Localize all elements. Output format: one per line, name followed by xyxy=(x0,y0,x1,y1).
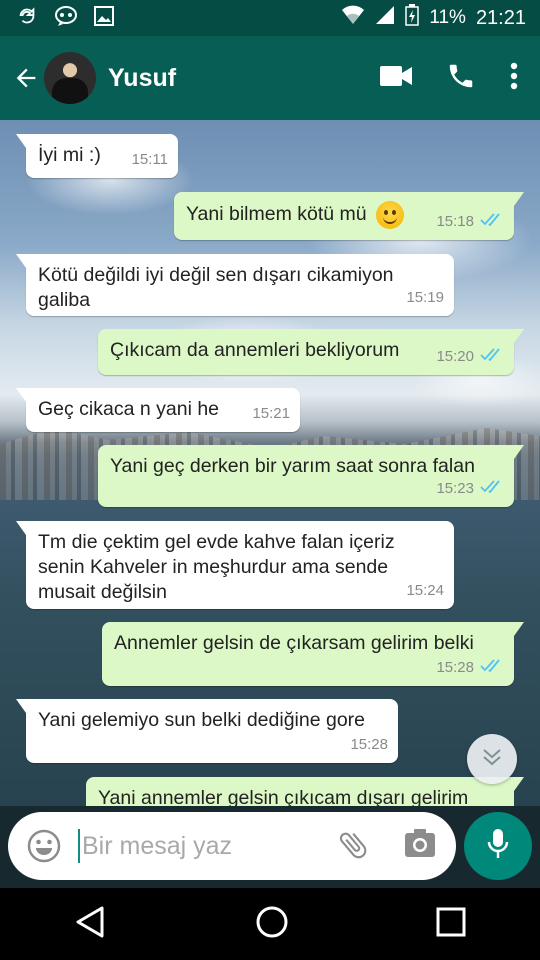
mic-button[interactable] xyxy=(464,812,532,880)
message-time: 15:23 xyxy=(436,480,474,497)
message-time: 15:24 xyxy=(406,582,444,599)
avatar[interactable] xyxy=(44,52,96,104)
message-text: Tm die çektim gel evde kahve falan içeri… xyxy=(38,531,395,603)
message-outgoing[interactable]: Çıkıcam da annemleri bekliyorum 15:20 xyxy=(98,329,524,375)
text-cursor xyxy=(78,829,80,863)
message-incoming[interactable]: Kötü değildi iyi değil sen dışarı cikami… xyxy=(16,254,454,316)
sync-icon xyxy=(16,5,38,32)
message-outgoing[interactable]: Annemler gelsin de çıkarsam gelirim belk… xyxy=(102,622,524,686)
message-text: Kötü değildi iyi değil sen dışarı cikami… xyxy=(38,264,394,311)
message-incoming[interactable]: İyi mi :) 15:11 xyxy=(16,134,178,178)
smiley-emoji-icon xyxy=(376,201,405,229)
message-text: Annemler gelsin de çıkarsam gelirim belk… xyxy=(114,632,474,654)
signal-icon xyxy=(375,5,395,31)
message-text: İyi mi :) xyxy=(38,144,101,166)
more-vert-icon[interactable] xyxy=(510,62,518,95)
message-text: Yani geç derken bir yarım saat sonra fal… xyxy=(110,455,475,477)
double-check-icon xyxy=(480,344,504,369)
message-time: 15:28 xyxy=(350,736,388,753)
message-time: 15:11 xyxy=(131,151,168,168)
gallery-icon xyxy=(94,5,114,31)
battery-percent: 11% xyxy=(429,7,466,28)
message-outgoing[interactable]: Yani annemler gelsin çıkıcam dışarı geli… xyxy=(86,777,524,806)
scroll-down-button[interactable] xyxy=(467,734,517,784)
nav-back-icon[interactable] xyxy=(74,905,108,944)
message-incoming[interactable]: Geç cikaca n yani he 15:21 xyxy=(16,388,300,432)
chat-header: Yusuf xyxy=(0,36,540,120)
mic-icon xyxy=(486,828,510,865)
emoji-icon[interactable] xyxy=(26,828,62,864)
paperclip-icon[interactable] xyxy=(336,828,370,867)
messenger-icon xyxy=(54,5,78,32)
message-incoming[interactable]: Yani gelemiyo sun belki dediğine gore 15… xyxy=(16,699,398,763)
message-time: 15:18 xyxy=(436,213,474,230)
double-check-icon xyxy=(480,655,504,680)
message-input-field[interactable]: Bir mesaj yaz xyxy=(8,812,456,880)
message-text: Yani gelemiyo sun belki dediğine gore xyxy=(38,709,366,731)
contact-name[interactable]: Yusuf xyxy=(108,64,176,93)
chevron-double-down-icon xyxy=(482,748,502,771)
camera-icon[interactable] xyxy=(404,828,436,863)
double-check-icon xyxy=(480,476,504,501)
message-text: Geç cikaca n yani he xyxy=(38,398,220,420)
phone-icon[interactable] xyxy=(446,61,476,96)
message-text: Yani bilmem kötü mü xyxy=(186,203,367,226)
system-nav-bar xyxy=(0,888,540,960)
message-incoming[interactable]: Tm die çektim gel evde kahve falan içeri… xyxy=(16,521,454,609)
double-check-icon xyxy=(480,209,504,234)
compose-bar: Bir mesaj yaz xyxy=(0,806,540,888)
message-text: Yani annemler gelsin çıkıcam dışarı geli… xyxy=(98,787,469,806)
nav-recents-icon[interactable] xyxy=(436,907,466,942)
back-arrow-icon[interactable] xyxy=(6,58,46,98)
message-time: 15:19 xyxy=(406,289,444,306)
video-call-icon[interactable] xyxy=(380,65,412,92)
battery-icon xyxy=(405,4,420,32)
chat-area[interactable]: İyi mi :) 15:11 Yani bilmem kötü mü 15:1… xyxy=(0,120,540,806)
message-input-placeholder[interactable]: Bir mesaj yaz xyxy=(82,832,232,861)
status-time: 21:21 xyxy=(475,6,526,29)
status-bar: 11% 21:21 xyxy=(0,0,540,36)
message-time: 15:20 xyxy=(436,348,474,365)
nav-home-icon[interactable] xyxy=(255,905,289,944)
message-outgoing[interactable]: Yani geç derken bir yarım saat sonra fal… xyxy=(98,445,524,507)
message-time: 15:28 xyxy=(436,659,474,676)
message-outgoing[interactable]: Yani bilmem kötü mü 15:18 xyxy=(174,192,524,240)
message-text: Çıkıcam da annemleri bekliyorum xyxy=(110,339,400,361)
message-time: 15:21 xyxy=(252,405,290,422)
wifi-icon xyxy=(341,5,365,31)
